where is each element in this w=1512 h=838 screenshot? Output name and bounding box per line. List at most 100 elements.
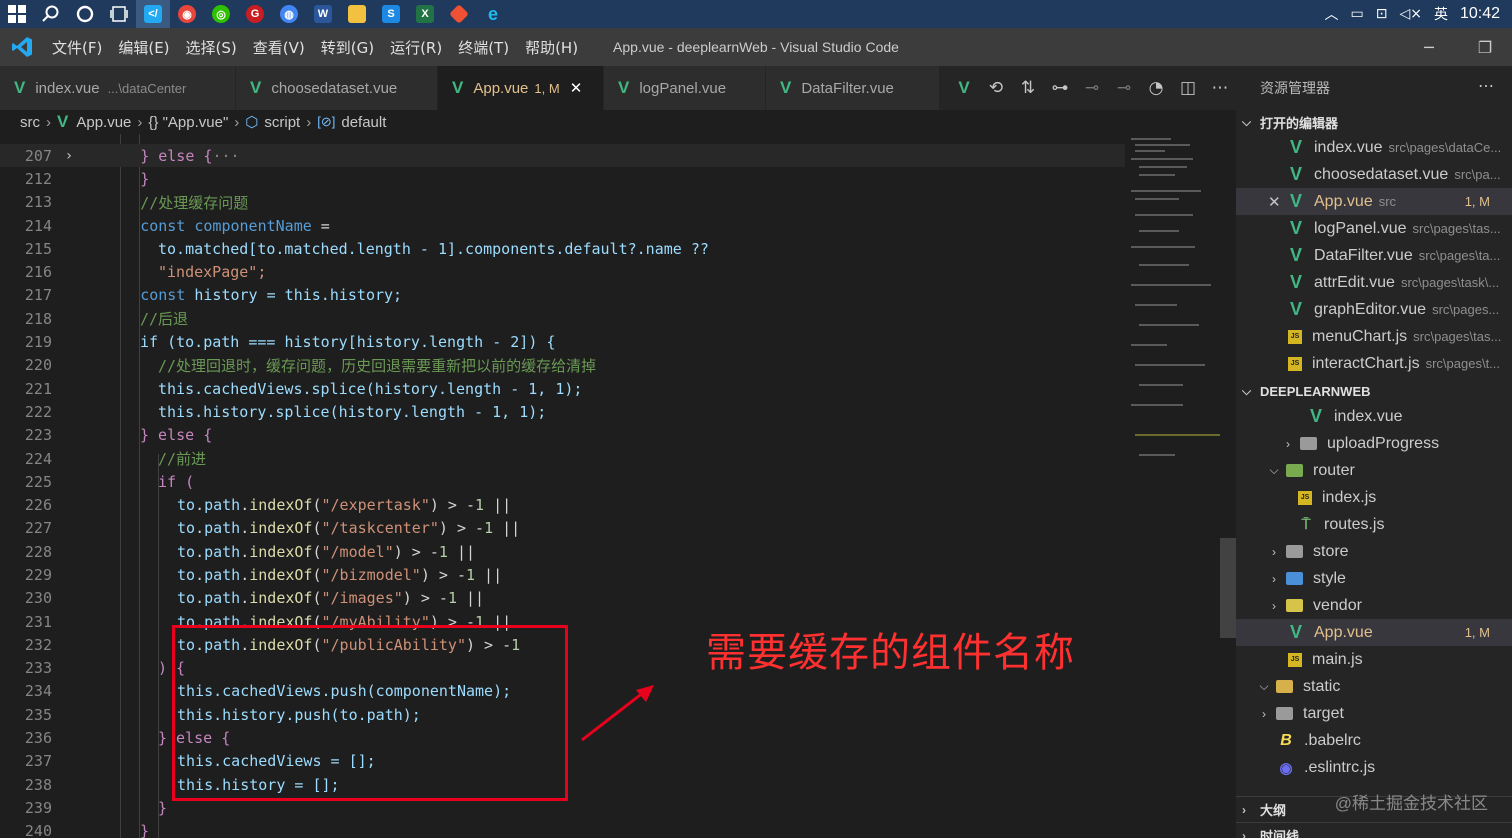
breadcrumb-file[interactable]: App.vue: [76, 114, 131, 131]
tree-item-index-vue[interactable]: V index.vue: [1236, 403, 1512, 430]
code-line[interactable]: 227 to.path.indexOf("/taskcenter") > -1 …: [0, 517, 1125, 540]
code-line[interactable]: 226 to.path.indexOf("/expertask") > -1 |…: [0, 493, 1125, 516]
menu-terminal[interactable]: 终端(T): [450, 28, 517, 66]
tree-item-store[interactable]: › store: [1236, 538, 1512, 565]
timeline-icon[interactable]: ◔: [1140, 66, 1172, 110]
tree-item-eslintrc[interactable]: ◉ .eslintrc.js: [1236, 754, 1512, 781]
tab-index-vue[interactable]: V index.vue ...\dataCenter: [0, 66, 236, 110]
code-line[interactable]: 213 //处理缓存问题: [0, 191, 1125, 214]
chevron-up-icon[interactable]: ︿: [1324, 4, 1338, 24]
windows-start-icon[interactable]: [0, 0, 34, 28]
code-editor[interactable]: 207 › } else {··· 212 } 213 //处理缓存问题 214…: [0, 134, 1236, 838]
code-line[interactable]: 218 //后退: [0, 307, 1125, 330]
wechat-icon[interactable]: ◎: [204, 0, 238, 28]
more-actions-icon[interactable]: ⋯: [1204, 66, 1236, 110]
breadcrumb-folder[interactable]: src: [20, 114, 40, 131]
code-line[interactable]: 212 }: [0, 167, 1125, 190]
open-editor-index-vue[interactable]: V index.vue src\pages\dataCe...: [1236, 134, 1512, 161]
tab-logpanel-vue[interactable]: V logPanel.vue: [604, 66, 766, 110]
code-line[interactable]: 230 to.path.indexOf("/images") > -1 ||: [0, 587, 1125, 610]
cortana-icon[interactable]: [68, 0, 102, 28]
open-editor-menuchart-js[interactable]: JS menuChart.js src\pages\tas...: [1236, 323, 1512, 350]
code-line[interactable]: 224 //前进: [0, 447, 1125, 470]
history-icon[interactable]: ⟲: [980, 66, 1012, 110]
open-editor-choosedataset-vue[interactable]: V choosedataset.vue src\pa...: [1236, 161, 1512, 188]
search-icon[interactable]: [34, 0, 68, 28]
scrollbar-thumb[interactable]: [1220, 538, 1236, 638]
chrome-icon[interactable]: ◉: [170, 0, 204, 28]
menu-go[interactable]: 转到(G): [313, 28, 382, 66]
app-icon[interactable]: S: [374, 0, 408, 28]
tab-datafilter-vue[interactable]: V DataFilter.vue: [766, 66, 940, 110]
tree-item-style[interactable]: › style: [1236, 565, 1512, 592]
open-editor-app-vue[interactable]: ✕ V App.vue src 1, M: [1236, 188, 1512, 215]
code-line[interactable]: 220 //处理回退时，缓存问题，历史回退需要重新把以前的缓存给清掉: [0, 354, 1125, 377]
fold-chevron-icon[interactable]: ›: [52, 148, 86, 164]
gitee-icon[interactable]: G: [238, 0, 272, 28]
menu-view[interactable]: 查看(V): [245, 28, 313, 66]
next-change-icon[interactable]: ⊸: [1108, 66, 1140, 110]
tree-item-router[interactable]: ⌵ router: [1236, 457, 1512, 484]
menu-edit[interactable]: 编辑(E): [110, 28, 177, 66]
tree-item-static[interactable]: ⌵ static: [1236, 673, 1512, 700]
excel-icon[interactable]: X: [408, 0, 442, 28]
previous-change-icon[interactable]: ⊸: [1076, 66, 1108, 110]
network-icon[interactable]: ⊡: [1376, 6, 1388, 22]
code-line[interactable]: 219 if (to.path === history[history.leng…: [0, 330, 1125, 353]
code-line[interactable]: 207 › } else {···: [0, 144, 1125, 168]
volume-icon[interactable]: ◁×: [1399, 6, 1422, 22]
timeline-section[interactable]: › 时间线: [1236, 822, 1512, 838]
menu-run[interactable]: 运行(R): [382, 28, 450, 66]
code-line[interactable]: 216 "indexPage";: [0, 260, 1125, 283]
code-line[interactable]: 223 } else {: [0, 424, 1125, 447]
breadcrumb-default[interactable]: default: [341, 114, 386, 131]
breadcrumb-script[interactable]: script: [264, 114, 300, 131]
menu-help[interactable]: 帮助(H): [517, 28, 586, 66]
browser-icon[interactable]: ◍: [272, 0, 306, 28]
git-commit-icon[interactable]: ⊶: [1044, 66, 1076, 110]
clock[interactable]: 10:42: [1460, 5, 1500, 23]
git-icon[interactable]: [442, 0, 476, 28]
code-line[interactable]: 228 to.path.indexOf("/model") > -1 ||: [0, 540, 1125, 563]
close-tab-icon[interactable]: ✕: [570, 79, 583, 97]
open-editor-interactchart-js[interactable]: JS interactChart.js src\pages\t...: [1236, 350, 1512, 377]
minimize-button[interactable]: ─: [1406, 28, 1452, 66]
compare-changes-icon[interactable]: ⇅: [1012, 66, 1044, 110]
code-line[interactable]: 229 to.path.indexOf("/bizmodel") > -1 ||: [0, 563, 1125, 586]
menu-selection[interactable]: 选择(S): [178, 28, 245, 66]
open-editor-attredit-vue[interactable]: V attrEdit.vue src\pages\task\...: [1236, 269, 1512, 296]
tab-app-vue[interactable]: V App.vue 1, M ✕: [438, 66, 604, 110]
tree-item-uploadprogress[interactable]: › uploadProgress: [1236, 430, 1512, 457]
open-editor-datafilter-vue[interactable]: V DataFilter.vue src\pages\ta...: [1236, 242, 1512, 269]
code-line[interactable]: 240 }: [0, 820, 1125, 838]
vscode-taskbar-icon[interactable]: </: [136, 0, 170, 28]
open-editor-logpanel-vue[interactable]: V logPanel.vue src\pages\tas...: [1236, 215, 1512, 242]
vertical-scrollbar[interactable]: [1220, 134, 1236, 838]
tree-item-target[interactable]: › target: [1236, 700, 1512, 727]
tree-item-main-js[interactable]: JS main.js: [1236, 646, 1512, 673]
tree-item-routes-js[interactable]: ⍑ routes.js: [1236, 511, 1512, 538]
ime-indicator[interactable]: 英: [1434, 4, 1448, 24]
vue-overflow-icon[interactable]: V: [948, 66, 980, 110]
code-line[interactable]: 217 const history = this.history;: [0, 284, 1125, 307]
split-editor-icon[interactable]: ◫: [1172, 66, 1204, 110]
breadcrumb-object[interactable]: {} "App.vue": [148, 114, 228, 131]
file-explorer-icon[interactable]: [340, 0, 374, 28]
word-icon[interactable]: W: [306, 0, 340, 28]
more-actions-icon[interactable]: ⋯: [1478, 76, 1494, 96]
code-line[interactable]: 214 const componentName =: [0, 214, 1125, 237]
code-line[interactable]: 222 this.history.splice(history.length -…: [0, 400, 1125, 423]
tab-choosedataset-vue[interactable]: V choosedataset.vue: [236, 66, 438, 110]
close-icon[interactable]: ✕: [1268, 193, 1281, 211]
task-view-icon[interactable]: [102, 0, 136, 28]
menu-file[interactable]: 文件(F): [44, 28, 110, 66]
ie-icon[interactable]: e: [476, 0, 510, 28]
open-editors-section[interactable]: ⌵ 打开的编辑器: [1236, 110, 1512, 134]
restore-button[interactable]: ❐: [1462, 28, 1508, 66]
battery-icon[interactable]: ▭: [1350, 6, 1363, 22]
minimap[interactable]: [1125, 134, 1223, 838]
code-line[interactable]: 225 if (: [0, 470, 1125, 493]
tree-item-babelrc[interactable]: B .babelrc: [1236, 727, 1512, 754]
tree-item-router-index-js[interactable]: JS index.js: [1236, 484, 1512, 511]
code-line[interactable]: 215 to.matched[to.matched.length - 1].co…: [0, 237, 1125, 260]
